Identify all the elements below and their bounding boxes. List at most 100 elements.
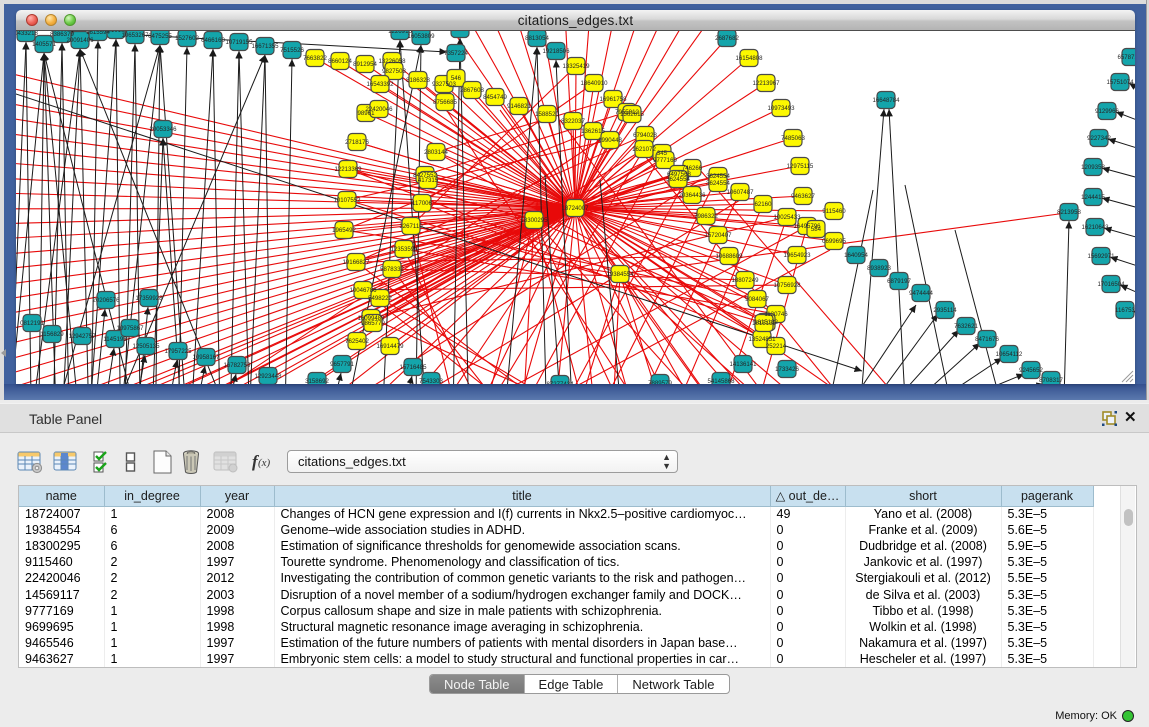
svg-text:1965492: 1965492 bbox=[332, 227, 356, 234]
svg-text:8756685: 8756685 bbox=[433, 99, 457, 106]
svg-text:9146821: 9146821 bbox=[507, 103, 531, 110]
svg-text:8322037: 8322037 bbox=[561, 118, 585, 125]
svg-text:65787133: 65787133 bbox=[1117, 54, 1135, 61]
svg-text:1209358: 1209358 bbox=[1081, 164, 1105, 171]
svg-text:16914479: 16914479 bbox=[376, 343, 404, 350]
svg-text:1362615: 1362615 bbox=[581, 128, 605, 135]
svg-text:9129966: 9129966 bbox=[1095, 108, 1119, 115]
svg-text:3267110: 3267110 bbox=[399, 223, 423, 230]
svg-text:3624554: 3624554 bbox=[666, 176, 690, 183]
svg-text:20091406: 20091406 bbox=[66, 37, 94, 44]
svg-text:16210643: 16210643 bbox=[1081, 224, 1109, 231]
svg-text:1156829: 1156829 bbox=[40, 331, 64, 338]
svg-text:1990448: 1990448 bbox=[598, 137, 622, 144]
svg-text:20206576: 20206576 bbox=[92, 297, 120, 304]
svg-text:87277434: 87277434 bbox=[546, 381, 574, 384]
svg-text:7515526: 7515526 bbox=[280, 47, 304, 54]
svg-text:20053346: 20053346 bbox=[149, 126, 177, 133]
svg-text:1362615: 1362615 bbox=[620, 111, 644, 118]
svg-text:546: 546 bbox=[451, 75, 462, 82]
svg-text:19654923: 19654923 bbox=[783, 252, 811, 259]
svg-text:417315: 417315 bbox=[418, 177, 439, 184]
svg-text:9463627: 9463627 bbox=[791, 193, 815, 200]
svg-text:16543392: 16543392 bbox=[366, 81, 394, 88]
svg-text:0699695: 0699695 bbox=[822, 238, 846, 245]
svg-text:12923448: 12923448 bbox=[254, 373, 282, 380]
svg-text:9084067: 9084067 bbox=[745, 296, 769, 303]
svg-text:8213958: 8213958 bbox=[1057, 209, 1081, 216]
svg-text:7663822: 7663822 bbox=[303, 55, 327, 62]
svg-text:584: 584 bbox=[811, 226, 822, 233]
svg-text:8186328: 8186328 bbox=[406, 77, 430, 84]
svg-text:9227342: 9227342 bbox=[1087, 135, 1111, 142]
svg-text:10958167: 10958167 bbox=[192, 354, 220, 361]
svg-text:0433218: 0433218 bbox=[16, 31, 38, 37]
svg-text:1405571: 1405571 bbox=[32, 41, 56, 48]
svg-text:12213967: 12213967 bbox=[752, 80, 780, 87]
svg-text:9245652: 9245652 bbox=[1019, 367, 1043, 374]
svg-text:16053809: 16053809 bbox=[407, 33, 435, 40]
svg-text:18724007: 18724007 bbox=[561, 205, 589, 212]
svg-text:17957225: 17957225 bbox=[164, 348, 192, 355]
svg-text:10025433: 10025433 bbox=[773, 214, 801, 221]
svg-text:0812191: 0812191 bbox=[20, 320, 44, 327]
svg-text:9777169: 9777169 bbox=[653, 157, 677, 164]
svg-text:8938923: 8938923 bbox=[867, 265, 891, 272]
svg-text:13325419: 13325419 bbox=[562, 63, 590, 70]
svg-text:1615132: 1615132 bbox=[752, 320, 776, 327]
svg-text:6475255: 6475255 bbox=[148, 33, 172, 40]
svg-text:16154808: 16154808 bbox=[735, 55, 763, 62]
svg-text:345: 345 bbox=[657, 150, 668, 157]
svg-text:5878332: 5878332 bbox=[380, 266, 404, 273]
svg-text:1145193: 1145193 bbox=[103, 336, 127, 343]
svg-text:1527602: 1527602 bbox=[175, 35, 199, 42]
svg-text:1733426: 1733426 bbox=[775, 366, 799, 373]
svg-text:1120746: 1120746 bbox=[764, 311, 788, 318]
svg-text:7986322: 7986322 bbox=[694, 213, 718, 220]
svg-text:13524851: 13524851 bbox=[748, 336, 776, 343]
svg-text:19166827: 19166827 bbox=[342, 259, 370, 266]
svg-text:10975867: 10975867 bbox=[116, 325, 144, 332]
svg-text:7625402: 7625402 bbox=[345, 338, 369, 345]
svg-text:7485063: 7485063 bbox=[781, 135, 805, 142]
svg-text:12505135: 12505135 bbox=[132, 343, 160, 350]
svg-text:7632621: 7632621 bbox=[954, 323, 978, 330]
svg-text:9474444: 9474444 bbox=[909, 290, 933, 297]
svg-text:6466160: 6466160 bbox=[201, 37, 225, 44]
svg-text:1621072: 1621072 bbox=[632, 146, 656, 153]
svg-text:20364436: 20364436 bbox=[678, 192, 706, 199]
svg-text:12353594: 12353594 bbox=[390, 246, 418, 253]
svg-text:10107552: 10107552 bbox=[333, 197, 361, 204]
svg-text:3624554: 3624554 bbox=[706, 173, 730, 180]
svg-text:16782759: 16782759 bbox=[223, 362, 251, 369]
svg-text:6794028: 6794028 bbox=[633, 132, 657, 139]
svg-text:10607487: 10607487 bbox=[726, 189, 754, 196]
svg-text:15751074: 15751074 bbox=[1106, 79, 1134, 86]
svg-text:22420046: 22420046 bbox=[365, 106, 393, 113]
svg-text:12942757: 12942757 bbox=[68, 333, 96, 340]
svg-text:2687682: 2687682 bbox=[715, 35, 739, 42]
svg-text:8912954: 8912954 bbox=[353, 61, 377, 68]
svg-text:3624554: 3624554 bbox=[706, 180, 730, 187]
svg-text:1244415: 1244415 bbox=[1081, 194, 1105, 201]
svg-text:15716485: 15716485 bbox=[399, 364, 427, 371]
svg-text:(x): (x) bbox=[258, 457, 271, 469]
svg-text:10653267: 10653267 bbox=[121, 32, 149, 39]
svg-text:2803144: 2803144 bbox=[424, 149, 448, 156]
svg-text:7889579: 7889579 bbox=[648, 380, 672, 384]
svg-text:15692971: 15692971 bbox=[1087, 253, 1115, 260]
svg-text:3158692: 3158692 bbox=[305, 378, 329, 384]
svg-text:9115460: 9115460 bbox=[822, 208, 846, 215]
svg-text:2867608: 2867608 bbox=[460, 87, 484, 94]
svg-text:10688609: 10688609 bbox=[715, 253, 743, 260]
svg-text:18300295: 18300295 bbox=[520, 217, 548, 224]
svg-text:1588520: 1588520 bbox=[535, 111, 559, 118]
svg-text:5498222: 5498222 bbox=[368, 295, 392, 302]
svg-text:12975115: 12975115 bbox=[787, 163, 814, 170]
svg-text:17016504: 17016504 bbox=[1097, 281, 1125, 288]
svg-text:8660124: 8660124 bbox=[328, 58, 352, 65]
svg-text:2935114: 2935114 bbox=[933, 307, 957, 314]
svg-text:16961758: 16961758 bbox=[599, 96, 627, 103]
svg-text:18640910: 18640910 bbox=[580, 80, 608, 87]
svg-text:19218506: 19218506 bbox=[542, 48, 570, 55]
